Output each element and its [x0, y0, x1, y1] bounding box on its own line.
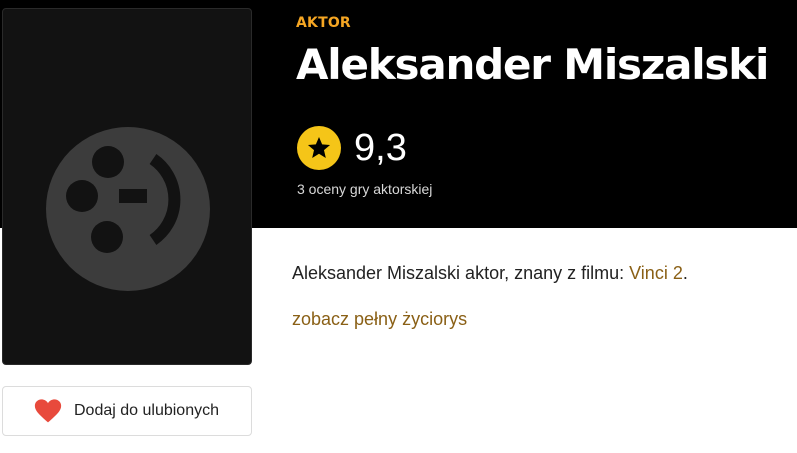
person-name: Aleksander Miszalski: [296, 40, 769, 89]
heart-icon: [34, 399, 62, 423]
short-bio: Aleksander Miszalski aktor, znany z film…: [292, 263, 688, 284]
person-role: AKTOR: [296, 15, 351, 31]
film-reel-placeholder-icon: [46, 127, 210, 291]
add-to-favorites-button[interactable]: Dodaj do ulubionych: [2, 386, 252, 436]
full-biography-link[interactable]: zobacz pełny życiorys: [292, 309, 467, 330]
bio-text: Aleksander Miszalski aktor, znany z film…: [292, 263, 630, 283]
film-link[interactable]: Vinci 2: [629, 263, 683, 283]
rating-value: 9,3: [354, 127, 407, 169]
actor-photo-placeholder: [2, 8, 252, 365]
bio-suffix: .: [682, 263, 688, 283]
add-to-favorites-label: Dodaj do ulubionych: [74, 402, 219, 419]
rating: 9,3: [297, 126, 407, 170]
star-icon: [297, 126, 341, 170]
rating-count: 3 oceny gry aktorskiej: [297, 181, 433, 197]
